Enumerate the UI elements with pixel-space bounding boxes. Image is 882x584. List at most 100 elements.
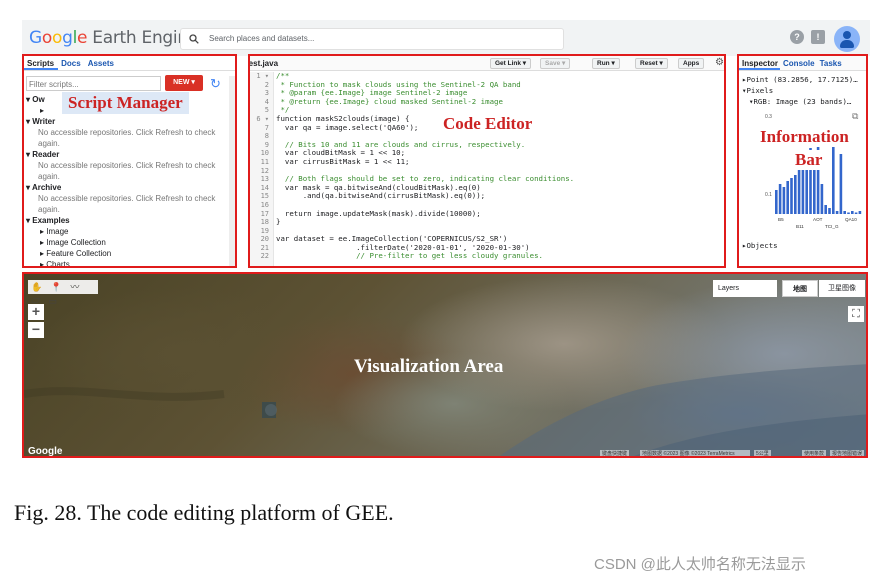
tree-message: No accessible repositories. Click Refres…: [38, 194, 216, 203]
point-row[interactable]: ▸Point (83.2856, 17.7125)…: [742, 75, 858, 84]
avatar[interactable]: [834, 26, 860, 52]
line-number: 1 ▾: [256, 72, 269, 80]
script-manager-panel: Scripts Docs Assets Filter scripts... NEW …: [22, 54, 237, 268]
tab-scripts[interactable]: Scripts: [24, 56, 59, 70]
code-editor-label: Code Editor: [440, 114, 536, 134]
line-number: 13: [260, 175, 269, 184]
tab-docs[interactable]: Docs: [58, 56, 85, 68]
scrollbar[interactable]: [229, 76, 235, 266]
filter-scripts-input[interactable]: Filter scripts...: [26, 76, 161, 91]
line-number: 20: [260, 235, 269, 244]
tree-folder[interactable]: ▾ Examples: [26, 215, 226, 226]
gear-icon[interactable]: ⚙: [715, 57, 724, 68]
line-number: 4: [264, 97, 269, 106]
file-name[interactable]: test.java: [250, 59, 278, 68]
info-tabs: Inspector Console Tasks: [739, 56, 866, 71]
help-icon[interactable]: ?: [790, 30, 804, 44]
code-line: var cirrusBitMask = 1 << 11;: [276, 156, 410, 166]
band-bar: [820, 184, 824, 214]
reset-button[interactable]: Reset ▾: [635, 58, 668, 69]
band-bar: [847, 212, 850, 214]
code-editor-panel: test.java Get Link ▾ Save ▾ Run ▾ Reset …: [248, 54, 726, 268]
search-input[interactable]: Search places and datasets...: [180, 28, 564, 50]
new-button[interactable]: NEW ▾: [165, 75, 203, 91]
line-number: 12: [260, 166, 269, 175]
tree-folder[interactable]: ▾ Writer: [26, 116, 226, 127]
csdn-watermark: CSDN @此人太帅名称无法显示: [594, 556, 806, 573]
editor-toolbar: test.java Get Link ▾ Save ▾ Run ▾ Reset …: [250, 56, 724, 71]
run-button[interactable]: Run ▾: [592, 58, 620, 69]
chart-label-b11: B11: [796, 224, 804, 229]
line-number: 8: [264, 132, 269, 141]
search-icon: [189, 34, 199, 44]
tree-folder[interactable]: ▾ Archive: [26, 182, 226, 193]
refresh-icon[interactable]: ↻: [210, 76, 221, 92]
objects-row[interactable]: ▸Objects: [742, 241, 778, 250]
band-bar: [854, 212, 858, 214]
earth-engine-logo[interactable]: Google Earth Engine: [29, 28, 198, 48]
tab-assets[interactable]: Assets: [85, 56, 118, 68]
band-bar: [851, 211, 854, 214]
line-number: 10: [260, 149, 269, 158]
code-area[interactable]: /** * Function to mask clouds using the …: [276, 71, 724, 261]
band-bar: [775, 190, 778, 214]
keyboard-shortcuts-link[interactable]: 键盘快捷键: [600, 450, 630, 456]
rgb-row[interactable]: ▾RGB: Image (23 bands)…: [749, 97, 851, 106]
top-bar: Google Earth Engine Search places and da…: [22, 20, 870, 56]
tree-message: again.: [38, 139, 60, 148]
code-line: .and(qa.bitwiseAnd(cirrusBitMask).eq(0))…: [276, 191, 486, 201]
chart-tick-mid: 0.1: [765, 192, 772, 198]
figure-caption: Fig. 28. The code editing platform of GE…: [14, 500, 394, 525]
tree-message: again.: [38, 172, 60, 181]
chart-label-qa10: QA10: [845, 217, 857, 222]
tree-message: No accessible repositories. Click Refres…: [38, 161, 216, 170]
tab-inspector[interactable]: Inspector: [739, 56, 781, 70]
tree-item[interactable]: ▸ Charts: [26, 259, 226, 266]
band-bar: [835, 211, 839, 214]
chart-tick-top: 0.3: [765, 114, 772, 120]
line-number: 16: [260, 200, 269, 209]
pixels-row[interactable]: ▾Pixels: [742, 86, 773, 95]
search-placeholder: Search places and datasets...: [209, 34, 315, 43]
line-number: 9: [264, 140, 269, 149]
visualization-area[interactable]: ✋ 📍 〰 ▱ ▭ + − Layers 地图 卫星图像 ⛶ Visualiza…: [22, 272, 868, 458]
tree-message: again.: [38, 205, 60, 214]
line-number: 15: [260, 192, 269, 201]
feedback-icon[interactable]: !: [811, 30, 825, 44]
band-bar: [794, 175, 797, 214]
band-bar: [786, 181, 789, 214]
line-number: 19: [260, 226, 269, 235]
code-line: }: [276, 217, 281, 227]
apps-button[interactable]: Apps: [678, 58, 705, 69]
line-number: 17: [260, 209, 269, 218]
line-numbers: 1 ▾ 2 3 4 5 6 ▾ 7 8 9 10 11 12 13 14 15 16 17 18 19 20 21 22: [250, 72, 274, 266]
tree-item[interactable]: ▸ Image: [26, 226, 226, 237]
scale-bar: 5公里: [754, 450, 771, 457]
band-bar: [839, 154, 843, 214]
tab-tasks[interactable]: Tasks: [817, 56, 844, 68]
information-label: Information: [758, 127, 851, 147]
open-external-icon[interactable]: ⧉: [852, 111, 858, 122]
chart-label-aot: AOT: [813, 217, 823, 222]
report-error-link[interactable]: 报告地图错误: [830, 450, 865, 456]
tree-item[interactable]: ▸ Feature Collection: [26, 248, 226, 259]
band-bar: [782, 187, 786, 214]
map-data-attribution: 地图数据 ©2023 图像 ©2023 TerraMetrics: [640, 450, 750, 456]
chart-label-tci-g: TCI_G: [825, 224, 839, 229]
terms-link[interactable]: 使用条款: [802, 450, 827, 456]
google-watermark: Google: [28, 446, 63, 457]
save-button[interactable]: Save ▾: [540, 58, 571, 69]
script-manager-label: Script Manager: [62, 92, 189, 114]
line-number: 11: [260, 157, 269, 166]
tree-folder[interactable]: ▾ Reader: [26, 149, 226, 160]
code-line: // Pre-filter to get less cloudy granule…: [276, 251, 543, 261]
chart-label-b5: B5: [778, 217, 784, 222]
code-line: return image.updateMask(mask).divide(100…: [276, 208, 481, 218]
get-link-button[interactable]: Get Link ▾: [490, 58, 532, 69]
line-number: 6 ▾: [256, 114, 269, 123]
tree-item[interactable]: ▸ Image Collection: [26, 237, 226, 248]
line-number: 14: [260, 183, 269, 192]
line-number: 3: [264, 89, 269, 98]
tab-console[interactable]: Console: [780, 56, 817, 68]
line-number: 7: [264, 123, 269, 132]
